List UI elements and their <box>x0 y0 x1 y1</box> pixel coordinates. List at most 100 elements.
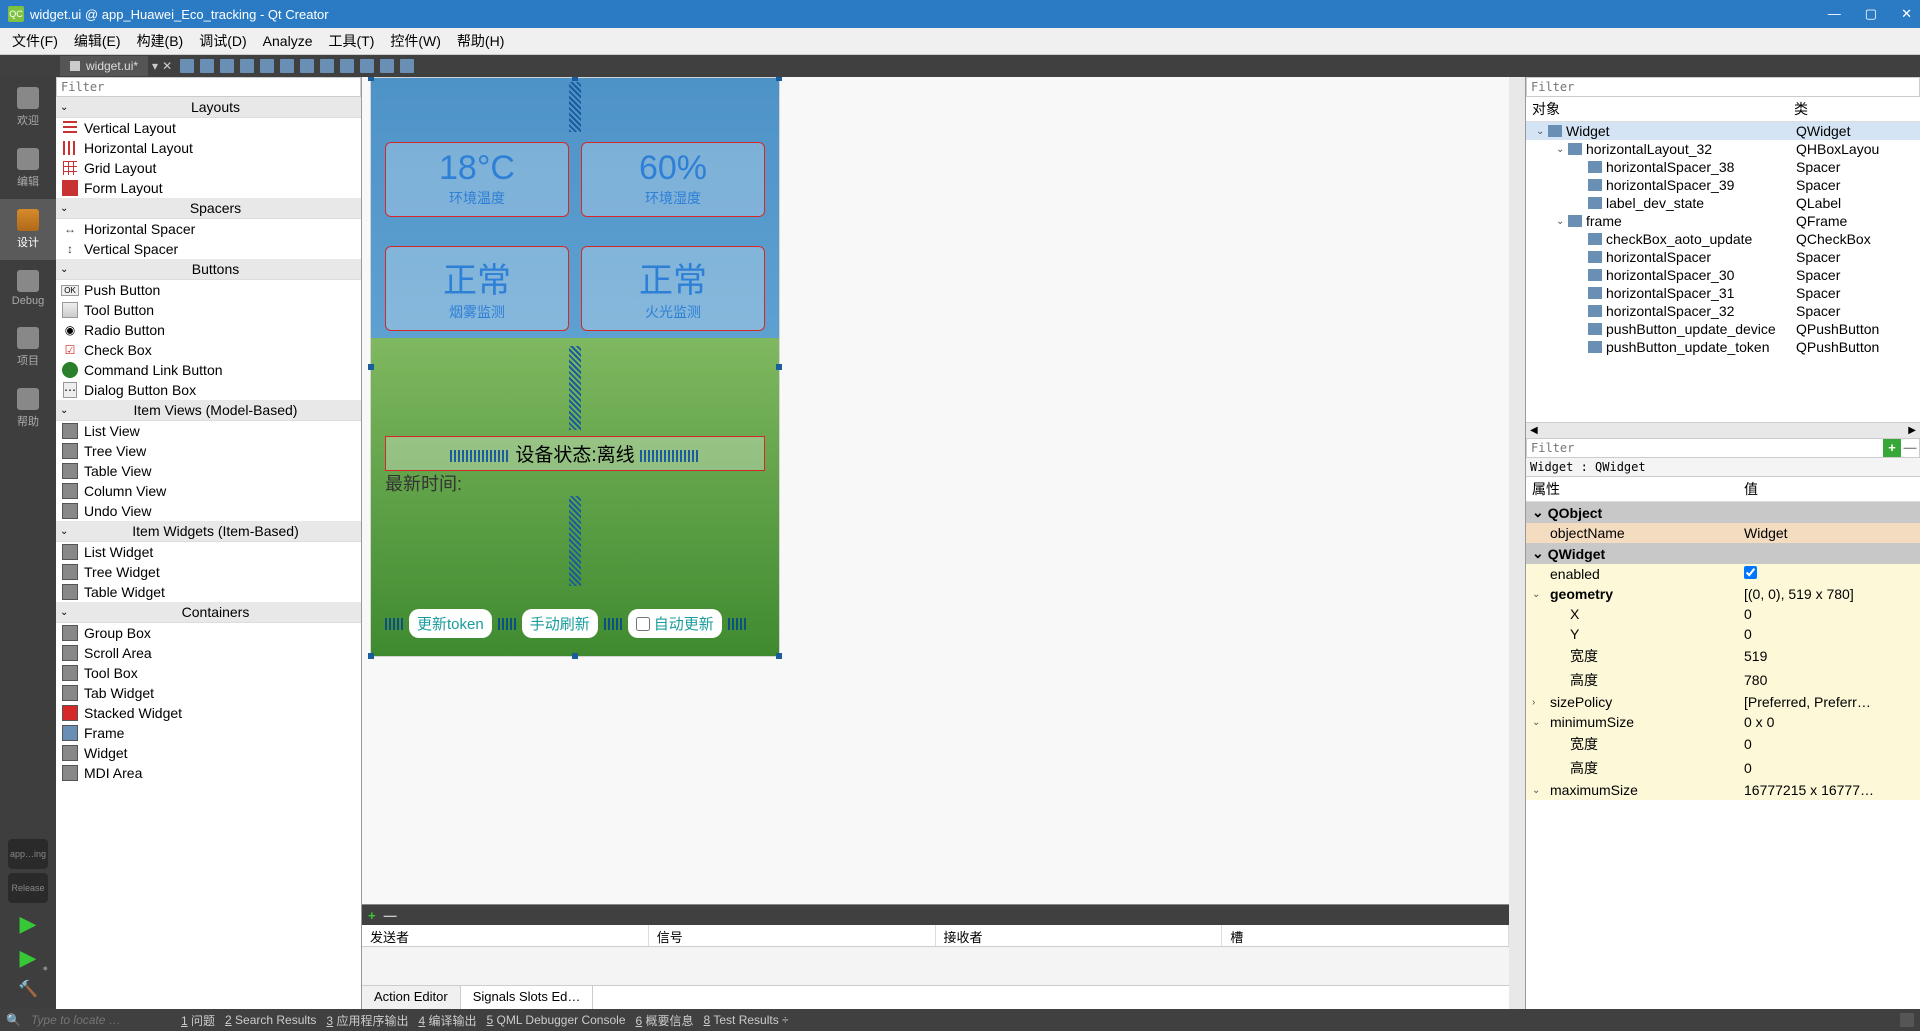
label-latest-time[interactable]: 最新时间: <box>385 470 462 496</box>
build-button[interactable]: 🔨 <box>0 975 56 1003</box>
widget-stacked-widget[interactable]: Stacked Widget <box>56 703 361 723</box>
tool-edit-signals-icon[interactable] <box>200 59 214 73</box>
widget-radio-button[interactable]: Radio Button <box>56 320 361 340</box>
design-canvas[interactable]: 18°C 环境温度 60% 环境湿度 正常 烟雾监测 正常 火光监测 <box>362 77 1525 1009</box>
object-col-label[interactable]: 对象 <box>1532 99 1794 119</box>
vertical-spacer-icon[interactable] <box>569 82 581 132</box>
object-tree[interactable]: ⌄WidgetQWidget⌄horizontalLayout_32QHBoxL… <box>1526 122 1920 422</box>
object-tree-row[interactable]: horizontalSpacer_39Spacer <box>1526 176 1920 194</box>
menu-build[interactable]: 构建(B) <box>129 27 192 55</box>
widgetbox-group-itemviews[interactable]: ⌄Item Views (Model-Based) <box>56 400 361 421</box>
widget-group-box[interactable]: Group Box <box>56 623 361 643</box>
prop-maximumsize[interactable]: ⌄maximumSize16777215 x 16777… <box>1526 780 1920 800</box>
tool-vsplit-icon[interactable] <box>320 59 334 73</box>
prop-objectname[interactable]: objectNameWidget <box>1526 523 1920 543</box>
prop-min-height[interactable]: 高度0 <box>1526 756 1920 780</box>
resize-handle[interactable] <box>368 364 374 370</box>
tool-hsplit-icon[interactable] <box>300 59 314 73</box>
prop-geometry-y[interactable]: Y0 <box>1526 624 1920 644</box>
vertical-spacer-icon[interactable] <box>569 496 581 586</box>
card-temperature[interactable]: 18°C 环境温度 <box>385 142 569 217</box>
widgetbox-group-buttons[interactable]: ⌄Buttons <box>56 259 361 280</box>
widgetbox-group-layouts[interactable]: ⌄Layouts <box>56 97 361 118</box>
resize-handle[interactable] <box>776 364 782 370</box>
prop-geometry-height[interactable]: 高度780 <box>1526 668 1920 692</box>
object-tree-row[interactable]: horizontalSpacer_31Spacer <box>1526 284 1920 302</box>
widget-horizontal-spacer[interactable]: Horizontal Spacer <box>56 219 361 239</box>
tab-action-editor[interactable]: Action Editor <box>362 986 461 1009</box>
prop-enabled[interactable]: enabled <box>1526 564 1920 584</box>
object-tree-row[interactable]: ⌄WidgetQWidget <box>1526 122 1920 140</box>
resize-handle[interactable] <box>776 653 782 659</box>
resize-handle[interactable] <box>368 653 374 659</box>
object-tree-row[interactable]: horizontalSpacer_38Spacer <box>1526 158 1920 176</box>
widget-vertical-layout[interactable]: Vertical Layout <box>56 118 361 138</box>
horizontal-spacer-icon[interactable] <box>385 618 403 630</box>
prop-sizepolicy[interactable]: ›sizePolicy[Preferred, Preferr… <box>1526 692 1920 712</box>
object-tree-row[interactable]: label_dev_stateQLabel <box>1526 194 1920 212</box>
widget-list-view[interactable]: List View <box>56 421 361 441</box>
widget-push-button[interactable]: Push Button <box>56 280 361 300</box>
col-receiver[interactable]: 接收者 <box>936 925 1223 946</box>
horizontal-spacer-icon[interactable] <box>640 450 700 462</box>
vertical-spacer-icon[interactable] <box>569 346 581 430</box>
menu-tools[interactable]: 工具(T) <box>320 27 382 55</box>
prop-name-col[interactable]: 属性 <box>1532 479 1744 499</box>
tool-grid-icon[interactable] <box>340 59 354 73</box>
prop-value-col[interactable]: 值 <box>1744 479 1914 499</box>
tab-close-icon[interactable]: ✕ <box>162 59 172 73</box>
resize-handle[interactable] <box>572 653 578 659</box>
menu-widgets[interactable]: 控件(W) <box>382 27 449 55</box>
button-update-token[interactable]: 更新token <box>409 609 492 638</box>
debug-run-button[interactable]: ▶● <box>0 941 56 975</box>
col-signal[interactable]: 信号 <box>649 925 936 946</box>
output-qml-debugger[interactable]: 5 QML Debugger Console <box>487 1013 626 1027</box>
widget-scroll-area[interactable]: Scroll Area <box>56 643 361 663</box>
auto-update-check[interactable] <box>636 617 650 631</box>
widget-command-link-button[interactable]: Command Link Button <box>56 360 361 380</box>
prop-group-qwidget[interactable]: ⌄QWidget <box>1526 543 1920 564</box>
prop-geometry-width[interactable]: 宽度519 <box>1526 644 1920 668</box>
object-tree-row[interactable]: ⌄horizontalLayout_32QHBoxLayou <box>1526 140 1920 158</box>
resize-handle[interactable] <box>572 77 578 81</box>
mode-debug[interactable]: Debug <box>0 260 56 317</box>
property-filter-input[interactable] <box>1527 439 1883 457</box>
widgetbox-group-containers[interactable]: ⌄Containers <box>56 602 361 623</box>
horizontal-spacer-icon[interactable] <box>498 618 516 630</box>
form-widget[interactable]: 18°C 环境温度 60% 环境湿度 正常 烟雾监测 正常 火光监测 <box>370 77 780 657</box>
widget-undo-view[interactable]: Undo View <box>56 501 361 521</box>
object-tree-row[interactable]: horizontalSpacer_32Spacer <box>1526 302 1920 320</box>
widget-tree-view[interactable]: Tree View <box>56 441 361 461</box>
label-dev-state[interactable]: 设备状态:离线 <box>385 436 765 471</box>
menu-debug[interactable]: 调试(D) <box>191 27 254 55</box>
mode-projects[interactable]: 项目 <box>0 317 56 378</box>
enabled-checkbox[interactable] <box>1744 566 1757 579</box>
widget-table-widget[interactable]: Table Widget <box>56 582 361 602</box>
horizontal-spacer-icon[interactable] <box>604 618 622 630</box>
object-tree-row[interactable]: horizontalSpacer_30Spacer <box>1526 266 1920 284</box>
widget-dialog-button-box[interactable]: Dialog Button Box <box>56 380 361 400</box>
output-issues[interactable]: 1 问题 <box>181 1012 215 1029</box>
tab-signals-slots-editor[interactable]: Signals Slots Ed… <box>461 986 594 1009</box>
object-tree-row[interactable]: pushButton_update_deviceQPushButton <box>1526 320 1920 338</box>
tool-adjust-size-icon[interactable] <box>400 59 414 73</box>
run-button[interactable]: ▶ <box>0 907 56 941</box>
widget-column-view[interactable]: Column View <box>56 481 361 501</box>
widget-grid-layout[interactable]: Grid Layout <box>56 158 361 178</box>
prop-minimumsize[interactable]: ⌄minimumSize0 x 0 <box>1526 712 1920 732</box>
object-tree-row[interactable]: ⌄frameQFrame <box>1526 212 1920 230</box>
widget-tab-widget[interactable]: Tab Widget <box>56 683 361 703</box>
tool-vlayout-icon[interactable] <box>280 59 294 73</box>
canvas-vscrollbar[interactable] <box>1509 77 1525 1009</box>
widget-horizontal-layout[interactable]: Horizontal Layout <box>56 138 361 158</box>
mode-welcome[interactable]: 欢迎 <box>0 77 56 138</box>
prop-group-qobject[interactable]: ⌄QObject <box>1526 502 1920 523</box>
card-humidity[interactable]: 60% 环境湿度 <box>581 142 765 217</box>
mode-edit[interactable]: 编辑 <box>0 138 56 199</box>
widget-table-view[interactable]: Table View <box>56 461 361 481</box>
widget-form-layout[interactable]: Form Layout <box>56 178 361 198</box>
tool-hlayout-icon[interactable] <box>260 59 274 73</box>
progress-indicator[interactable] <box>1900 1013 1914 1027</box>
button-manual-refresh[interactable]: 手动刷新 <box>522 609 598 638</box>
remove-connection-button[interactable]: — <box>384 908 397 923</box>
